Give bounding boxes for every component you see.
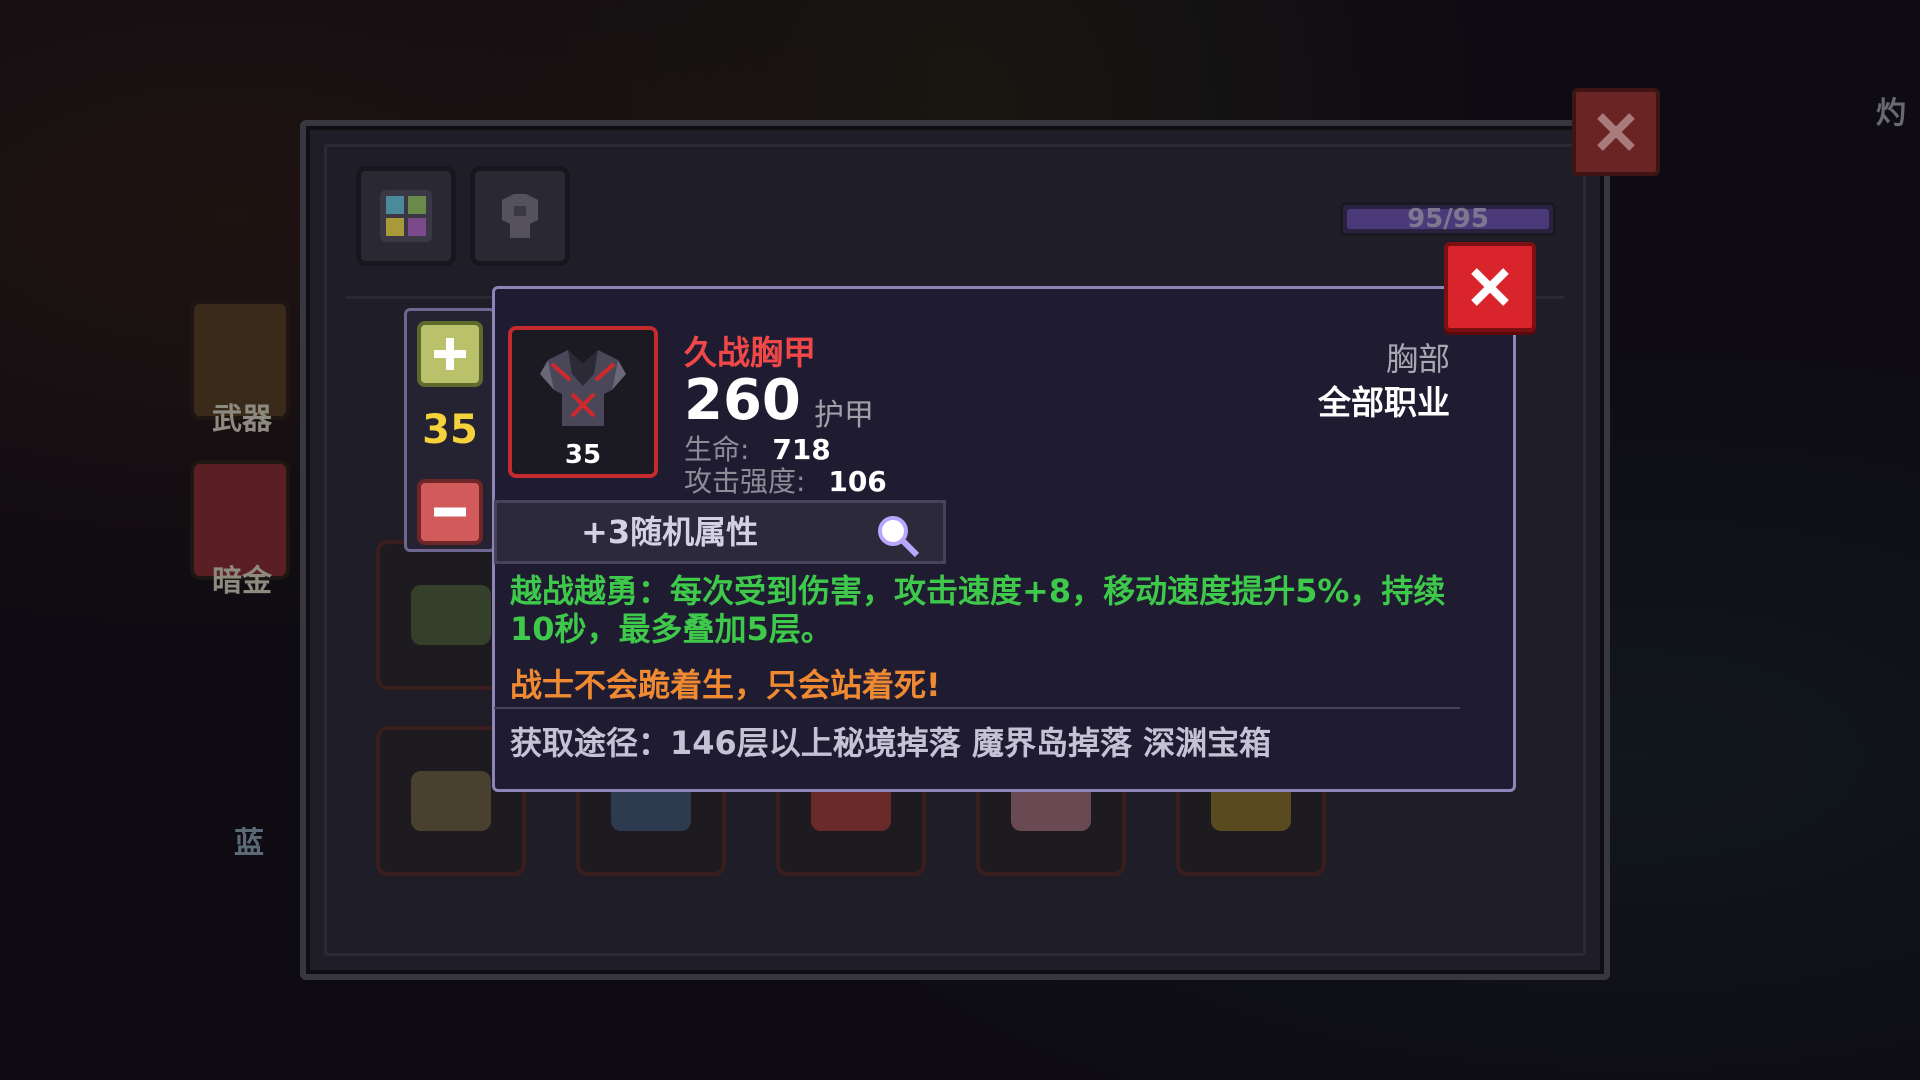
level-value: 35 [422,407,478,453]
random-attributes-label: +3随机属性 [581,513,759,551]
level-decrease-button[interactable] [417,479,483,545]
armor-silhouette-icon [502,194,538,238]
minus-icon [434,507,466,517]
tooltip-divider [494,707,1460,709]
item-level-badge: 35 [564,440,602,470]
item-name: 久战胸甲 [684,333,816,372]
close-icon [1597,113,1635,151]
stat-attack-power: 攻击强度: 106 [684,460,887,500]
bg-bottom-label: 蓝 [234,826,264,861]
capacity-text: 95/95 [1407,204,1489,234]
window-close-button[interactable] [1572,88,1660,176]
magnifier-icon [878,516,920,558]
tab-armor[interactable] [470,166,570,266]
plus-icon [434,338,466,370]
random-attributes-button[interactable]: +3随机属性 [494,500,946,564]
level-stepper: 35 [404,308,496,552]
tooltip-close-button[interactable] [1444,242,1536,332]
grid-icon [380,190,432,242]
tab-all-items[interactable] [356,166,456,266]
item-source: 获取途径：146层以上秘境掉落 魔界岛掉落 深渊宝箱 [510,724,1272,762]
item-effect: 越战越勇：每次受到伤害，攻击速度+8，移动速度提升5%，持续10秒，最多叠加5层… [510,572,1446,648]
equip-slot: 胸部 [1385,340,1450,378]
armor-value: 260 [684,368,801,433]
stat-label: 攻击强度: [684,465,806,498]
class-restriction: 全部职业 [1318,383,1450,422]
level-increase-button[interactable] [417,321,483,387]
chest-armor-icon [540,350,626,426]
bg-tab-weapon-label: 武器 [212,402,272,437]
bg-corner-label: 灼 [1876,96,1906,131]
capacity-bar: 95/95 [1340,202,1556,236]
item-icon: 35 [508,326,658,478]
item-flavor-text: 战士不会跪着生，只会站着死! [510,666,941,704]
stat-value: 106 [828,465,887,498]
close-icon [1471,268,1509,306]
bg-tab-dark-gold-label: 暗金 [212,564,272,599]
